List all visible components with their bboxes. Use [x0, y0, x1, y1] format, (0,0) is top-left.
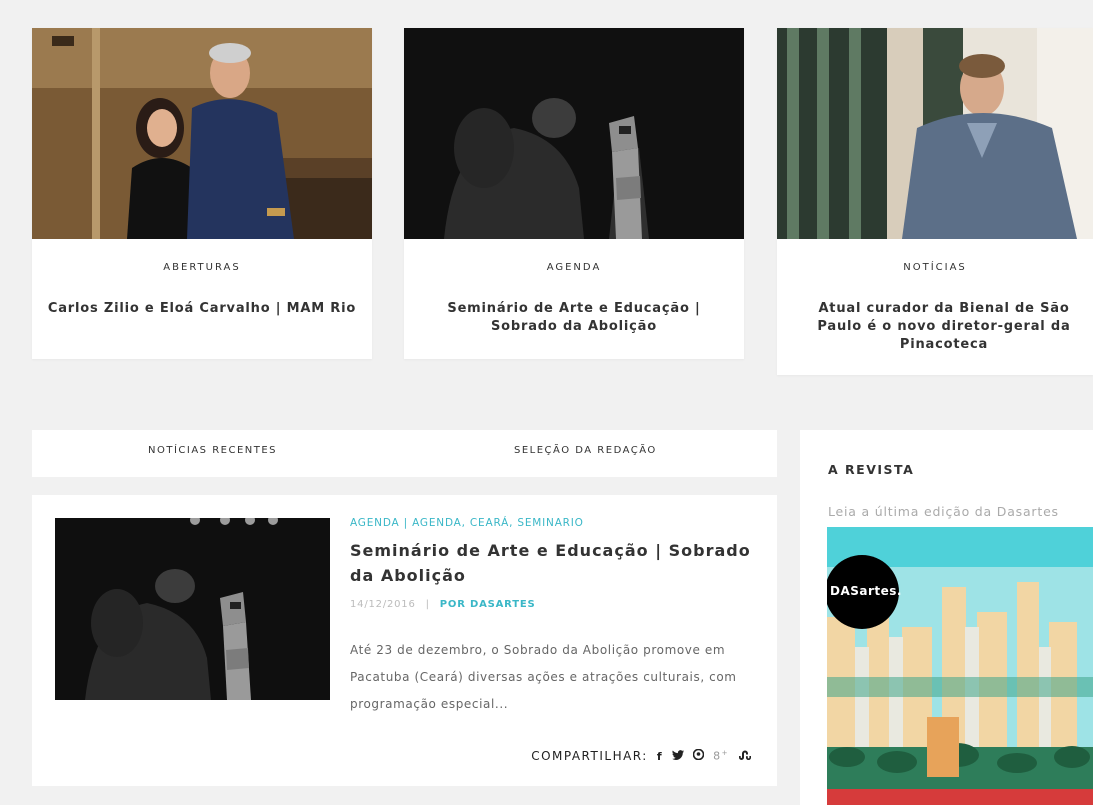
share-label: COMPARTILHAR: — [531, 749, 648, 763]
facebook-icon[interactable]: f — [657, 750, 663, 763]
twitter-icon[interactable] — [672, 749, 685, 763]
post-author[interactable]: POR DASARTES — [440, 599, 536, 610]
featured-title-2[interactable]: Seminário de Arte e Educação | Sobrado d… — [418, 300, 730, 336]
featured-category-1[interactable]: ABERTURAS — [32, 262, 372, 273]
tab-editors-pick[interactable]: SELEÇÃO DA REDAÇÃO — [514, 445, 657, 456]
stumbleupon-icon[interactable] — [738, 750, 751, 763]
featured-image-1[interactable] — [32, 28, 372, 239]
post-image[interactable] — [55, 518, 330, 700]
pinterest-icon[interactable] — [692, 748, 705, 763]
featured-image-3[interactable] — [777, 28, 1093, 239]
sidebar-text[interactable]: Leia a última edição da Dasartes — [828, 504, 1059, 519]
post-categories[interactable]: AGENDA | AGENDA, CEARÁ, SEMINARIO — [350, 517, 584, 529]
news-tabs: NOTÍCIAS RECENTES SELEÇÃO DA REDAÇÃO — [32, 430, 777, 477]
featured-card-2[interactable]: AGENDA Seminário de Arte e Educação | So… — [404, 28, 744, 359]
post-item: AGENDA | AGENDA, CEARÁ, SEMINARIO Seminá… — [32, 495, 777, 786]
featured-card-1[interactable]: ABERTURAS Carlos Zilio e Eloá Carvalho |… — [32, 28, 372, 359]
tab-recent-news[interactable]: NOTÍCIAS RECENTES — [148, 445, 277, 456]
post-date: 14/12/2016 — [350, 599, 416, 610]
cover-logo: DASartes. — [830, 584, 902, 598]
share-bar: COMPARTILHAR: f 8+ — [531, 748, 751, 763]
featured-card-3[interactable]: NOTÍCIAS Atual curador da Bienal de São … — [777, 28, 1093, 375]
featured-title-3[interactable]: Atual curador da Bienal de São Paulo é o… — [795, 300, 1093, 354]
meta-separator: | — [425, 599, 430, 610]
sidebar-title: A REVISTA — [828, 462, 915, 477]
google-plus-icon[interactable]: 8+ — [713, 749, 729, 763]
post-title[interactable]: Seminário de Arte e Educação | Sobrado d… — [350, 538, 760, 588]
featured-category-3[interactable]: NOTÍCIAS — [777, 262, 1093, 273]
featured-title-1[interactable]: Carlos Zilio e Eloá Carvalho | MAM Rio — [46, 300, 358, 318]
featured-category-2[interactable]: AGENDA — [404, 262, 744, 273]
featured-image-2[interactable] — [404, 28, 744, 239]
magazine-cover[interactable]: DASartes. — [827, 527, 1093, 805]
post-excerpt: Até 23 de dezembro, o Sobrado da Aboliçã… — [350, 643, 737, 711]
post-meta: 14/12/2016 | POR DASARTES — [350, 599, 535, 610]
sidebar-magazine: A REVISTA Leia a última edição da Dasart… — [800, 430, 1093, 805]
